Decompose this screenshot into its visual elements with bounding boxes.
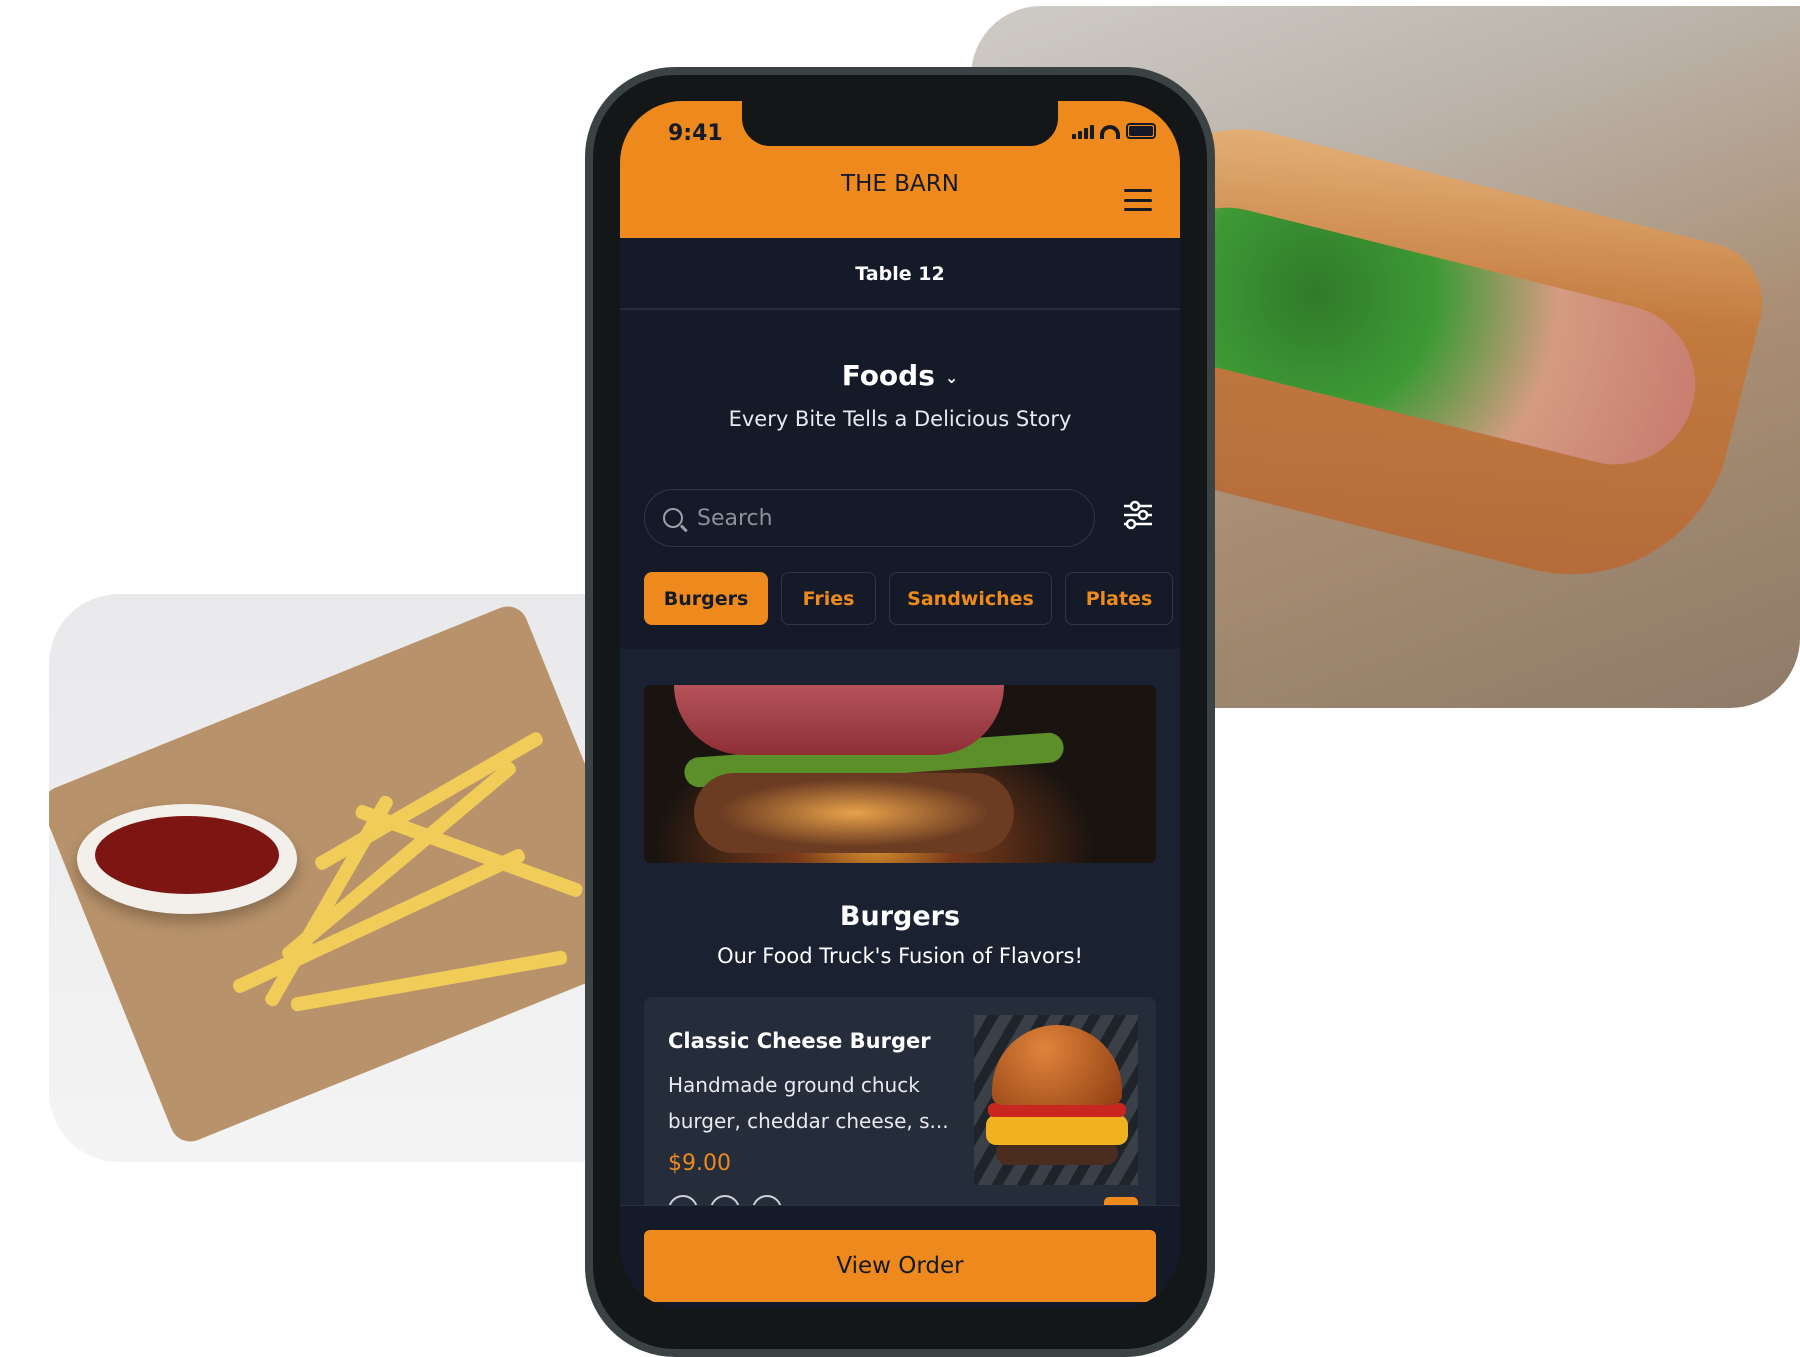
battery-icon [1126,123,1156,139]
chip-fries[interactable]: Fries [781,572,876,625]
chip-plates[interactable]: Plates [1065,572,1173,625]
category-dropdown[interactable]: Foods ⌄ [620,359,1180,392]
category-chips: Burgers Fries Sandwiches Plates [644,572,1173,625]
fries-photo [49,594,609,1162]
status-time: 9:41 [668,121,723,146]
search-box[interactable] [644,489,1095,547]
view-order-button[interactable]: View Order [644,1230,1156,1302]
chip-sandwiches[interactable]: Sandwiches [889,572,1052,625]
search-input[interactable] [697,505,1057,531]
filter-sliders-icon[interactable] [1122,499,1154,531]
bottom-bar: View Order [620,1205,1180,1309]
item-name: Classic Cheese Burger [668,1029,931,1053]
burgers-banner-image [644,685,1156,863]
phone-screen: 9:41 THE BARN Table 12 Foods ⌄ Every Bite… [620,101,1180,1309]
app-title: THE BARN [841,171,959,197]
section-title: Burgers [839,901,961,932]
item-description: Handmade ground chuck burger, cheddar ch… [668,1073,949,1133]
table-label: Table 12 [620,238,1180,310]
item-image [974,1015,1138,1185]
category-label: Foods [841,359,935,392]
search-icon [663,508,683,528]
signal-icon [1072,125,1094,139]
section-subtitle: Our Food Truck's Fusion of Flavors! [717,944,1083,968]
wifi-icon [1100,125,1120,139]
phone-notch [742,101,1058,146]
chevron-down-icon: ⌄ [944,367,959,387]
hamburger-menu-icon[interactable] [1124,189,1152,211]
item-price: $9.00 [668,1151,731,1176]
chip-burgers[interactable]: Burgers [644,572,768,625]
status-icons [1072,123,1156,139]
category-tagline: Every Bite Tells a Delicious Story [728,407,1072,431]
